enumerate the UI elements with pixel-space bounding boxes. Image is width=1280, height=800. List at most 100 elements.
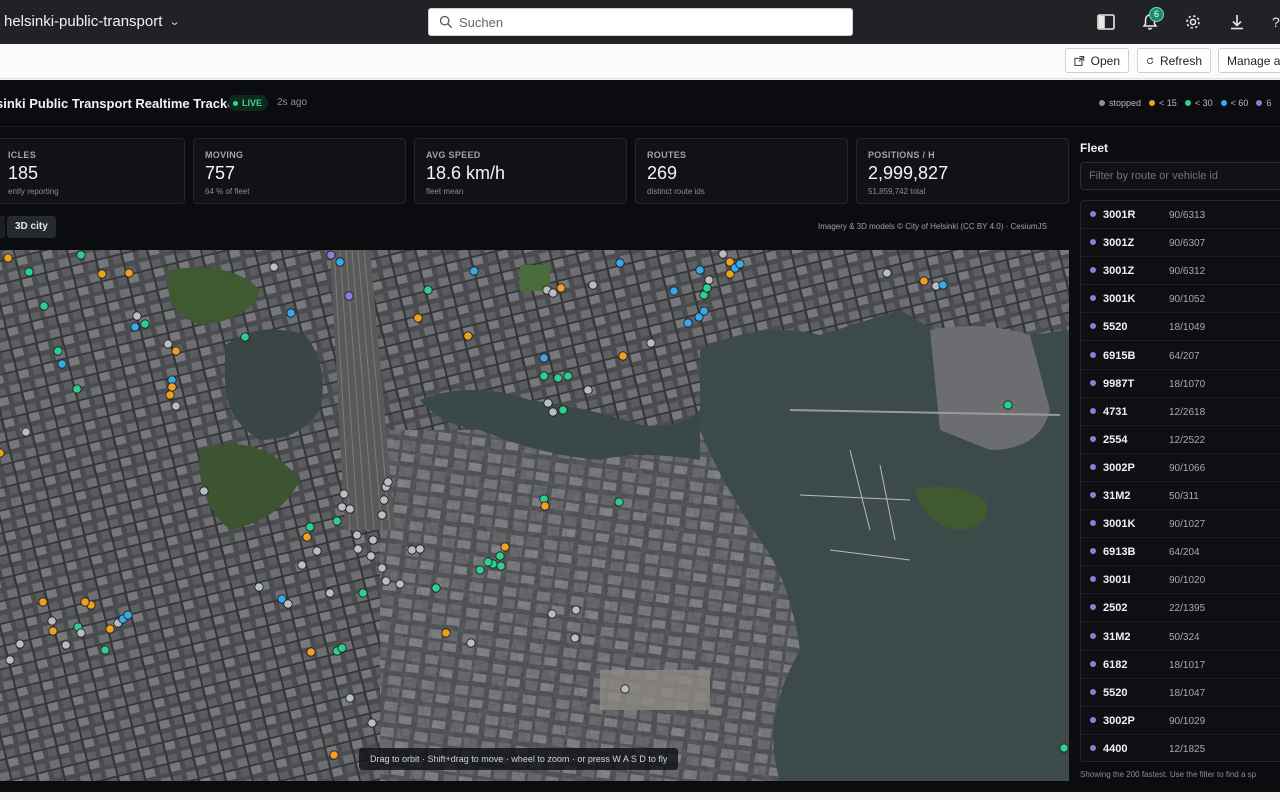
vehicle-marker[interactable] (620, 684, 630, 694)
gear-icon[interactable] (1183, 12, 1203, 32)
vehicle-marker[interactable] (441, 628, 451, 638)
fleet-row[interactable]: 3001R 90/6313 (1081, 201, 1280, 229)
vehicle-marker[interactable] (72, 384, 82, 394)
vehicle-marker[interactable] (543, 398, 553, 408)
vehicle-marker[interactable] (305, 522, 315, 532)
vehicle-marker[interactable] (1059, 743, 1069, 753)
vehicle-marker[interactable] (556, 283, 566, 293)
vehicle-marker[interactable] (339, 489, 349, 499)
vehicle-marker[interactable] (286, 308, 296, 318)
fleet-row[interactable]: 9987T 18/1070 (1081, 370, 1280, 398)
vehicle-marker[interactable] (297, 560, 307, 570)
fleet-row[interactable]: 31M2 50/311 (1081, 482, 1280, 510)
vehicle-marker[interactable] (377, 563, 387, 573)
vehicle-marker[interactable] (302, 532, 312, 542)
vehicle-marker[interactable] (353, 544, 363, 554)
vehicle-marker[interactable] (326, 250, 336, 260)
vehicle-marker[interactable] (3, 253, 13, 263)
vehicle-marker[interactable] (345, 504, 355, 514)
vehicle-marker[interactable] (646, 338, 656, 348)
fleet-row[interactable]: 2502 22/1395 (1081, 594, 1280, 623)
fleet-row[interactable]: 4731 12/2618 (1081, 398, 1280, 426)
vehicle-marker[interactable] (97, 269, 107, 279)
vehicle-marker[interactable] (76, 628, 86, 638)
open-button[interactable]: Open (1065, 48, 1129, 73)
vehicle-marker[interactable] (495, 551, 505, 561)
vehicle-marker[interactable] (383, 477, 393, 487)
vehicle-marker[interactable] (475, 565, 485, 575)
vehicle-marker[interactable] (570, 633, 580, 643)
vehicle-marker[interactable] (21, 427, 31, 437)
vehicle-marker[interactable] (80, 597, 90, 607)
vehicle-marker[interactable] (539, 353, 549, 363)
fleet-row[interactable]: 3002P 90/1066 (1081, 454, 1280, 482)
vehicle-marker[interactable] (563, 371, 573, 381)
vehicle-marker[interactable] (39, 301, 49, 311)
vehicle-marker[interactable] (704, 275, 714, 285)
fleet-filter-input[interactable] (1081, 163, 1280, 189)
vehicle-marker[interactable] (199, 486, 209, 496)
vehicle-marker[interactable] (377, 510, 387, 520)
vehicle-marker[interactable] (48, 626, 58, 636)
vehicle-marker[interactable] (614, 497, 624, 507)
fleet-row[interactable]: 3001K 90/1052 (1081, 285, 1280, 314)
vehicle-marker[interactable] (47, 616, 57, 626)
vehicle-marker[interactable] (553, 373, 563, 383)
view-mode-button-2d[interactable] (0, 216, 5, 238)
fleet-row[interactable]: 3001Z 90/6312 (1081, 257, 1280, 286)
fleet-list[interactable]: 3001R 90/6313 3001Z 90/6307 3001Z 90/6312 3001… (1080, 200, 1280, 762)
vehicle-marker[interactable] (254, 582, 264, 592)
vehicle-marker[interactable] (1003, 400, 1013, 410)
download-icon[interactable] (1227, 12, 1247, 32)
vehicle-marker[interactable] (415, 544, 425, 554)
vehicle-marker[interactable] (735, 259, 745, 269)
fleet-row[interactable]: 6915B 64/207 (1081, 342, 1280, 370)
vehicle-marker[interactable] (329, 750, 339, 760)
city-map-3d[interactable]: Drag to orbit · Shift+drag to move · whe… (0, 250, 1069, 781)
vehicle-marker[interactable] (15, 639, 25, 649)
vehicle-marker[interactable] (335, 257, 345, 267)
vehicle-marker[interactable] (53, 346, 63, 356)
vehicle-marker[interactable] (132, 311, 142, 321)
vehicle-marker[interactable] (124, 268, 134, 278)
vehicle-marker[interactable] (38, 597, 48, 607)
vehicle-marker[interactable] (539, 371, 549, 381)
vehicle-marker[interactable] (395, 579, 405, 589)
vehicle-marker[interactable] (325, 588, 335, 598)
vehicle-marker[interactable] (583, 385, 593, 395)
vehicle-marker[interactable] (165, 390, 175, 400)
vehicle-marker[interactable] (0, 448, 5, 458)
vehicle-marker[interactable] (167, 382, 177, 392)
view-mode-button-3d[interactable]: 3D city (7, 216, 56, 238)
fleet-row[interactable]: 5520 18/1047 (1081, 679, 1280, 707)
fleet-row[interactable]: 5520 18/1049 (1081, 313, 1280, 342)
vehicle-marker[interactable] (571, 605, 581, 615)
refresh-button[interactable]: Refresh (1137, 48, 1211, 73)
vehicle-marker[interactable] (466, 638, 476, 648)
vehicle-marker[interactable] (500, 542, 510, 552)
vehicle-marker[interactable] (123, 610, 133, 620)
vehicle-marker[interactable] (269, 262, 279, 272)
vehicle-marker[interactable] (469, 266, 479, 276)
search-box[interactable] (428, 8, 853, 36)
vehicle-marker[interactable] (540, 501, 550, 511)
vehicle-marker[interactable] (669, 286, 679, 296)
vehicle-marker[interactable] (312, 546, 322, 556)
vehicle-marker[interactable] (352, 530, 362, 540)
fleet-row[interactable]: 31M2 50/324 (1081, 623, 1280, 651)
vehicle-marker[interactable] (938, 280, 948, 290)
vehicle-marker[interactable] (283, 599, 293, 609)
vehicle-marker[interactable] (483, 557, 493, 567)
vehicle-marker[interactable] (695, 265, 705, 275)
vehicle-marker[interactable] (306, 647, 316, 657)
vehicle-marker[interactable] (548, 407, 558, 417)
fleet-filter-box[interactable] (1080, 162, 1280, 190)
vehicle-marker[interactable] (105, 624, 115, 634)
vehicle-marker[interactable] (358, 588, 368, 598)
vehicle-marker[interactable] (618, 351, 628, 361)
vehicle-marker[interactable] (61, 640, 71, 650)
vehicle-marker[interactable] (463, 331, 473, 341)
vehicle-marker[interactable] (332, 516, 342, 526)
vehicle-marker[interactable] (558, 405, 568, 415)
vehicle-marker[interactable] (76, 250, 86, 260)
